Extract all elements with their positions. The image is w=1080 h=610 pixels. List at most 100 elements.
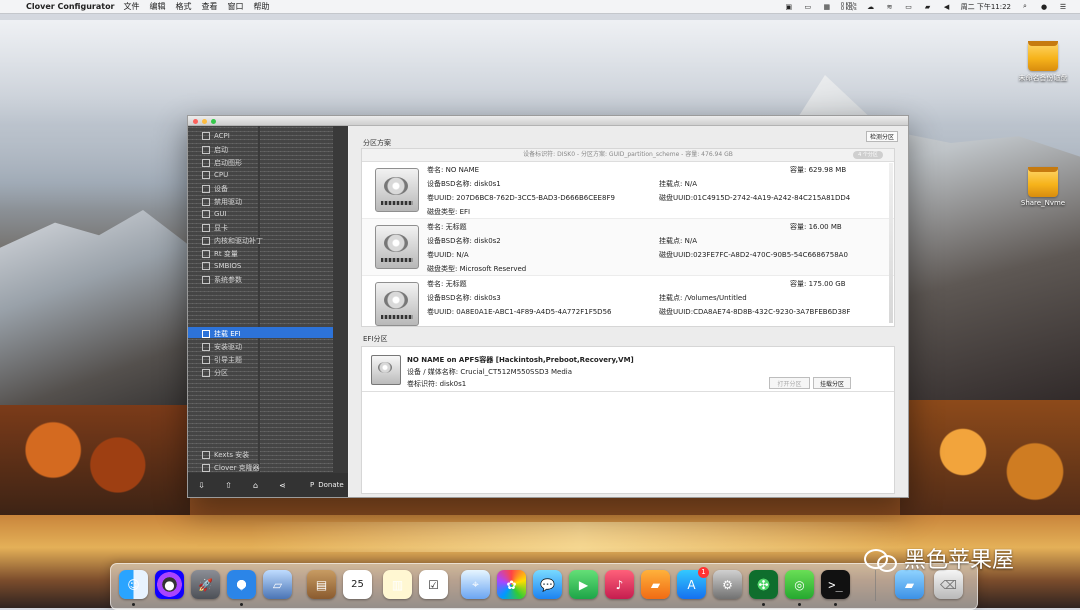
search-icon[interactable]: ⌕	[1020, 2, 1030, 11]
disk-uuid-label: 磁盘UUID:	[659, 308, 694, 316]
trash-icon[interactable]: ⌫	[934, 570, 963, 599]
minimize-window-button[interactable]	[202, 119, 207, 124]
cloud-icon[interactable]: ☁	[866, 2, 876, 11]
sidebar-item-label: 挂载 EFI	[214, 330, 241, 338]
macos-menu-bar: Clover Configurator 文件 编辑 格式 查看 窗口 帮助 ▣ …	[0, 0, 1080, 14]
share-icon[interactable]: ⋖	[277, 480, 288, 491]
size-label: 容量:	[790, 223, 807, 231]
sidebar-item-disable-drivers[interactable]: 禁用驱动	[202, 197, 242, 207]
volume-uuid-label: 卷UUID:	[427, 251, 455, 259]
sidebar-item-icon	[202, 464, 210, 472]
calendar-icon[interactable]: 25	[343, 570, 372, 599]
sidebar-item-mount-efi[interactable]: 挂载 EFI	[202, 329, 241, 339]
volume-icon[interactable]: ◀	[942, 2, 952, 11]
menu-window[interactable]: 窗口	[228, 1, 244, 12]
sidebar-item-kernel-patches[interactable]: 内核和驱动补丁	[202, 236, 263, 246]
sidebar-item-smbios[interactable]: SMBIOS	[202, 262, 241, 270]
airplay-icon[interactable]: ▭	[904, 2, 914, 11]
partition-row-disk0s3[interactable]: 卷名: 无标题 容量: 175.00 GB 设备BSD名称: disk0s3 挂…	[362, 276, 894, 326]
reminders-icon[interactable]: ☑	[419, 570, 448, 599]
open-partition-button[interactable]: 打开分区	[769, 377, 810, 389]
system-preferences-icon[interactable]: ⚙	[713, 570, 742, 599]
mount-point-field: 挂载点: N/A	[659, 179, 697, 189]
mount-partition-button[interactable]: 挂载分区	[813, 377, 851, 389]
app-status-icon[interactable]: ▣	[784, 2, 794, 11]
volume-uuid-value: N/A	[456, 251, 469, 259]
music-icon[interactable]: ♪	[605, 570, 634, 599]
battery-icon[interactable]: ▭	[803, 2, 813, 11]
check-partitions-button[interactable]: 检测分区	[866, 131, 898, 142]
network-speed-indicator[interactable]: 0 KB/s 0 KB/s	[841, 2, 857, 11]
menu-clock[interactable]: 周二 下午11:22	[961, 2, 1011, 12]
clover-configurator-running-indicator	[762, 603, 765, 606]
bsd-name-label: 设备BSD名称:	[427, 180, 472, 188]
wechat-icon[interactable]: ◎	[785, 570, 814, 599]
menu-edit[interactable]: 编辑	[150, 1, 166, 12]
volume-name-field: 卷名: NO NAME	[427, 165, 479, 175]
menu-file[interactable]: 文件	[124, 1, 140, 12]
sidebar-item-label: 启动图形	[214, 159, 242, 167]
flag-icon[interactable]: ▰	[923, 2, 933, 11]
notification-center-icon[interactable]: ☰	[1058, 2, 1068, 11]
sidebar-item-acpi[interactable]: ACPI	[202, 132, 230, 140]
sidebar-item-system-parameters[interactable]: 系统参数	[202, 275, 242, 285]
messages-icon[interactable]: 💬	[533, 570, 562, 599]
efi-partition-row[interactable]: NO NAME on APFS容器 [Hackintosh,Preboot,Re…	[362, 347, 894, 392]
partition-row-disk0s1[interactable]: 卷名: NO NAME 容量: 629.98 MB 设备BSD名称: disk0…	[362, 162, 894, 219]
siri-icon[interactable]: ●	[1039, 2, 1049, 11]
menu-format[interactable]: 格式	[176, 1, 192, 12]
partition-list-scrollbar[interactable]	[889, 163, 893, 323]
sidebar-item-themes[interactable]: 引导主题	[202, 355, 242, 365]
photos-icon[interactable]: ✿	[497, 570, 526, 599]
finder-icon[interactable]: ☺	[119, 570, 148, 599]
siri-icon[interactable]: ●	[155, 570, 184, 599]
sidebar-item-kexts-installer[interactable]: Kexts 安装	[202, 450, 249, 460]
maps-icon[interactable]: ⌖	[461, 570, 490, 599]
import-icon[interactable]: ⇩	[196, 480, 207, 491]
sidebar-item-boot-graphics[interactable]: 启动图形	[202, 158, 242, 168]
sidebar-item-graphics[interactable]: 显卡	[202, 223, 228, 233]
facetime-icon[interactable]: ▶	[569, 570, 598, 599]
partition-row-disk0s2[interactable]: 卷名: 无标题 容量: 16.00 MB 设备BSD名称: disk0s2 挂载…	[362, 219, 894, 276]
sidebar-item-gui[interactable]: GUI	[202, 210, 227, 218]
books-icon[interactable]: ▰	[641, 570, 670, 599]
volume-uuid-label: 卷UUID:	[427, 194, 455, 202]
sidebar-item-clover-cloner[interactable]: Clover 克隆器	[202, 463, 260, 473]
terminal-icon[interactable]: >_	[821, 570, 850, 599]
disk-uuid-value: CDA8AE74-8D8B-432C-9230-3A7BFEB6D38F	[693, 308, 851, 316]
desktop-backup-drive[interactable]: 未命名备份磁盘	[1013, 18, 1073, 83]
efi-volume-title: NO NAME on APFS容器 [Hackintosh,Preboot,Re…	[407, 356, 634, 364]
volume-name-label: 卷名:	[427, 223, 444, 231]
bsd-name-label: 设备BSD名称:	[427, 237, 472, 245]
sidebar-item-install-drivers[interactable]: 安装驱动	[202, 342, 242, 352]
export-icon[interactable]: ⇧	[223, 480, 234, 491]
donate-button[interactable]: P Donate	[310, 481, 344, 489]
folder-icon[interactable]: ▰	[895, 570, 924, 599]
home-icon[interactable]: ⌂	[250, 480, 261, 491]
volume-uuid-field: 卷UUID: N/A	[427, 250, 469, 260]
menu-view[interactable]: 查看	[202, 1, 218, 12]
volume-name-value: 无标题	[445, 223, 467, 231]
contacts-book-icon[interactable]: ▤	[307, 570, 336, 599]
menu-app-name[interactable]: Clover Configurator	[26, 2, 115, 11]
desktop-share-drive[interactable]: Share_Nvme	[1013, 144, 1073, 207]
launchpad-icon[interactable]: 🚀	[191, 570, 220, 599]
app-store-icon[interactable]: A1	[677, 567, 709, 599]
preview-photo-icon[interactable]: ▱	[263, 570, 292, 599]
sidebar-item-label: 显卡	[214, 224, 228, 232]
zoom-window-button[interactable]	[211, 119, 216, 124]
clover-configurator-icon[interactable]: ✣	[749, 570, 778, 599]
display-icon[interactable]: ▦	[822, 2, 832, 11]
sidebar-item-devices[interactable]: 设备	[202, 184, 228, 194]
menu-help[interactable]: 帮助	[254, 1, 270, 12]
close-window-button[interactable]	[193, 119, 198, 124]
sidebar-item-rt-variables[interactable]: Rt 变量	[202, 249, 238, 259]
partition-list-panel: 设备标识符: DISK0 - 分区方案: GUID_partition_sche…	[361, 148, 895, 327]
notes-icon[interactable]: ▥	[383, 570, 412, 599]
sidebar-noise-column-right	[260, 126, 333, 472]
sidebar-item-cpu[interactable]: CPU	[202, 171, 228, 179]
safari-icon[interactable]: ◈	[227, 570, 256, 599]
wifi-icon[interactable]: ≋	[885, 2, 895, 11]
sidebar-item-partitions[interactable]: 分区	[202, 368, 228, 378]
sidebar-item-boot[interactable]: 启动	[202, 145, 228, 155]
